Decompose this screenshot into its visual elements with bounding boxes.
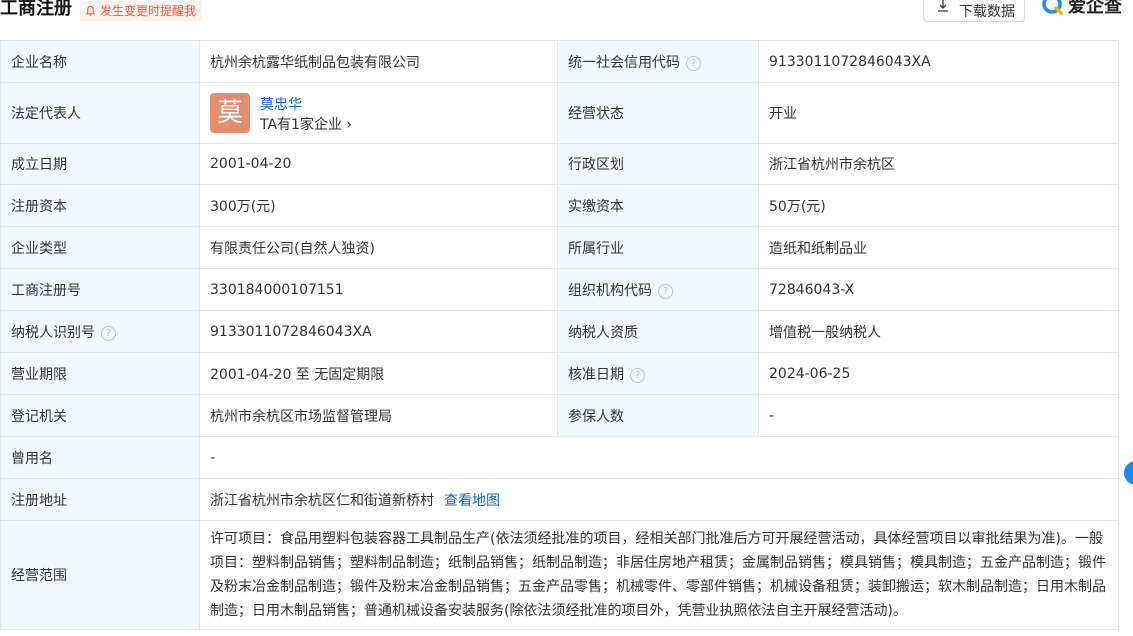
field-label-approve-date: 核准日期? [557, 352, 759, 395]
field-label: 企业名称 [0, 40, 200, 83]
field-value: 有限责任公司(自然人独资) [199, 226, 558, 269]
credit-code-value: 9133011072846043XA [758, 40, 1119, 83]
field-label-credit-code: 统一社会信用代码? [557, 40, 759, 83]
chevron-right-icon: › [346, 117, 353, 133]
legal-rep-companies-label: TA有1家企业 [260, 117, 342, 133]
question-icon[interactable]: ? [630, 367, 645, 383]
field-label-org-code: 组织机构代码? [557, 268, 759, 311]
field-label: 成立日期 [0, 143, 200, 185]
field-label: 曾用名 [0, 436, 200, 479]
question-icon[interactable]: ? [101, 325, 116, 341]
field-value: 330184000107151 [199, 268, 558, 311]
business-scope-value: 许可项目：食品用塑料包装容器工具制品生产(依法须经批准的项目，经相关部门批准后方… [199, 520, 1119, 630]
download-data-button[interactable]: 下载数据 [923, 0, 1025, 22]
business-registration-table: 企业名称 杭州余杭露华纸制品包装有限公司 统一社会信用代码? 913301107… [0, 40, 1119, 630]
field-value: 造纸和纸制品业 [758, 226, 1119, 269]
field-label: 经营状态 [557, 82, 759, 144]
legal-rep-cell: 莫 莫忠华 TA有1家企业 › [199, 82, 558, 144]
bell-icon [85, 5, 96, 16]
table-row: 登记机关 杭州市余杭区市场监督管理局 参保人数 - [0, 394, 1119, 437]
field-label-taxpayer-id: 纳税人识别号? [0, 310, 200, 353]
field-value: 2024-06-25 [758, 352, 1119, 395]
field-value: 增值税一般纳税人 [758, 310, 1119, 353]
field-value: 50万(元) [758, 184, 1119, 227]
logo-q-icon [1042, 0, 1063, 15]
field-label: 统一社会信用代码 [568, 54, 680, 71]
avatar[interactable]: 莫 [210, 93, 250, 133]
table-row: 法定代表人 莫 莫忠华 TA有1家企业 › 经营状态 开业 [0, 82, 1119, 144]
table-row: 成立日期 2001-04-20 行政区划 浙江省杭州市余杭区 [0, 143, 1119, 185]
table-row: 营业期限 2001-04-20 至 无固定期限 核准日期? 2024-06-25 [0, 352, 1119, 395]
field-label: 实缴资本 [557, 184, 759, 227]
legal-rep-companies-link[interactable]: TA有1家企业 › [260, 114, 352, 134]
view-map-link[interactable]: 查看地图 [444, 493, 500, 509]
field-label: 登记机关 [0, 394, 200, 437]
table-row: 企业名称 杭州余杭露华纸制品包装有限公司 统一社会信用代码? 913301107… [0, 40, 1119, 83]
change-remind-button[interactable]: 发生变更时提醒我 [80, 1, 203, 21]
legal-rep-name-link[interactable]: 莫忠华 [260, 94, 302, 114]
address-value: 浙江省杭州市余杭区仁和街道新桥村 [210, 492, 434, 509]
question-icon[interactable]: ? [658, 283, 673, 299]
field-label: 注册地址 [0, 478, 200, 521]
field-label: 参保人数 [557, 394, 759, 437]
field-label: 组织机构代码 [568, 282, 652, 299]
field-value: - [758, 394, 1119, 437]
field-value: 300万(元) [199, 184, 558, 227]
address-cell: 浙江省杭州市余杭区仁和街道新桥村 查看地图 [199, 478, 1119, 521]
field-value: 2001-04-20 至 无固定期限 [199, 352, 558, 395]
field-value: 2001-04-20 [199, 143, 558, 185]
field-value: 浙江省杭州市余杭区 [758, 143, 1119, 185]
page-header: 工商注册 发生变更时提醒我 下载数据 爱企查 [0, 0, 1133, 40]
company-name-value: 杭州余杭露华纸制品包装有限公司 [199, 40, 558, 83]
change-remind-label: 发生变更时提醒我 [100, 4, 197, 18]
section-title: 工商注册 [0, 0, 72, 19]
floating-assist-button[interactable] [1124, 461, 1133, 485]
field-label: 核准日期 [568, 366, 624, 383]
table-row: 曾用名 - [0, 436, 1119, 479]
field-label: 营业期限 [0, 352, 200, 395]
question-icon[interactable]: ? [686, 55, 701, 71]
field-value: 72846043-X [758, 268, 1119, 311]
field-value: - [199, 436, 1119, 479]
field-label: 注册资本 [0, 184, 200, 227]
field-label: 所属行业 [557, 226, 759, 269]
table-row: 纳税人识别号? 9133011072846043XA 纳税人资质 增值税一般纳税… [0, 310, 1119, 353]
table-row: 企业类型 有限责任公司(自然人独资) 所属行业 造纸和纸制品业 [0, 226, 1119, 269]
table-row: 注册资本 300万(元) 实缴资本 50万(元) [0, 184, 1119, 227]
field-label: 经营范围 [0, 520, 200, 630]
table-row: 工商注册号 330184000107151 组织机构代码? 72846043-X [0, 268, 1119, 311]
logo-text: 爱企查 [1068, 0, 1122, 17]
download-data-label: 下载数据 [959, 4, 1015, 20]
field-label: 法定代表人 [0, 82, 200, 144]
field-label: 工商注册号 [0, 268, 200, 311]
field-label: 行政区划 [557, 143, 759, 185]
field-value: 9133011072846043XA [199, 310, 558, 353]
download-icon [938, 0, 948, 12]
table-row: 注册地址 浙江省杭州市余杭区仁和街道新桥村 查看地图 [0, 478, 1119, 521]
table-row: 经营范围 许可项目：食品用塑料包装容器工具制品生产(依法须经批准的项目，经相关部… [0, 520, 1119, 630]
field-label: 纳税人识别号 [11, 324, 95, 341]
field-label: 纳税人资质 [557, 310, 759, 353]
field-value: 杭州市余杭区市场监督管理局 [199, 394, 558, 437]
status-value: 开业 [758, 82, 1119, 144]
field-label: 企业类型 [0, 226, 200, 269]
